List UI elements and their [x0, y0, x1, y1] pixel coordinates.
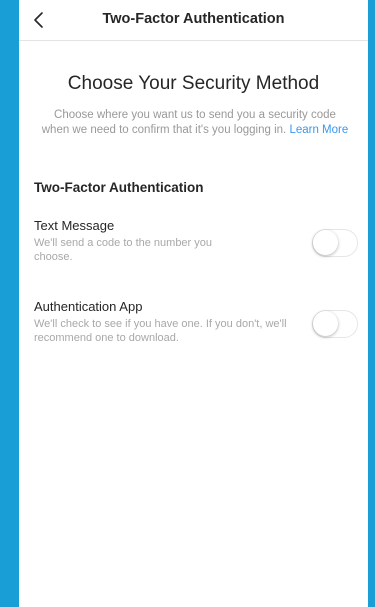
page-title: Two-Factor Authentication: [102, 11, 285, 27]
app-screen: Two-Factor Authentication Choose Your Se…: [19, 0, 368, 607]
toggle-knob: [313, 230, 338, 255]
learn-more-link[interactable]: Learn More: [289, 124, 348, 136]
text-message-title: Text Message: [34, 218, 115, 233]
authentication-app-option: Authentication App We'll check to see if…: [34, 299, 360, 345]
authentication-app-title: Authentication App: [34, 299, 143, 314]
text-message-toggle[interactable]: [312, 229, 358, 257]
navigation-bar: Two-Factor Authentication: [19, 0, 368, 41]
section-title: Two-Factor Authentication: [34, 180, 204, 195]
text-message-option: Text Message We'll send a code to the nu…: [34, 218, 360, 264]
toggle-knob: [313, 311, 338, 336]
text-message-description: We'll send a code to the number you choo…: [34, 237, 213, 263]
device-frame: Two-Factor Authentication Choose Your Se…: [0, 0, 375, 607]
security-method-heading: Choose Your Security Method: [67, 73, 320, 94]
authentication-app-description: We'll check to see if you have one. If y…: [34, 318, 287, 344]
security-method-description: Choose where you want us to send you a s…: [39, 108, 351, 137]
authentication-app-toggle[interactable]: [312, 310, 358, 338]
